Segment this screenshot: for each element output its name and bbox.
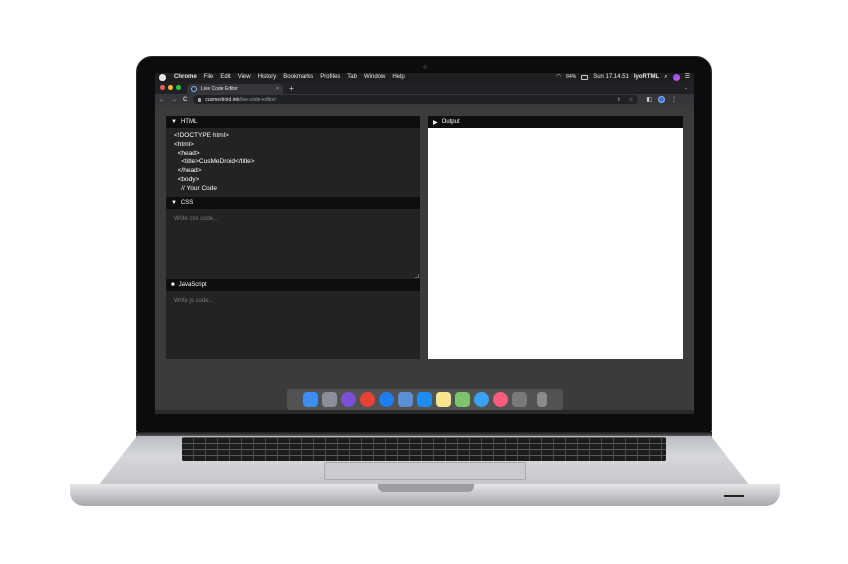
- tab-close-icon[interactable]: ×: [276, 86, 279, 92]
- resize-handle-icon[interactable]: [415, 274, 419, 278]
- js-editor[interactable]: Write js code...: [166, 291, 420, 359]
- html-panel-header: ▼ HTML: [166, 116, 420, 128]
- macos-dock: [287, 389, 563, 410]
- js-placeholder: Write js code...: [174, 298, 214, 304]
- code-line: <head>: [174, 149, 200, 157]
- output-frame[interactable]: [428, 128, 683, 359]
- address-bar-actions: ⇪ ☆: [617, 97, 634, 103]
- laptop-screen: Chrome File Edit View History Bookmarks …: [155, 73, 694, 414]
- menu-edit[interactable]: Edit: [220, 73, 230, 82]
- menubar-user[interactable]: IyoRTML: [634, 73, 659, 82]
- editor-column: ▼ HTML <!DOCTYPE html> <html> <head> <ti…: [166, 116, 420, 359]
- close-window-icon[interactable]: [160, 85, 165, 90]
- css-editor[interactable]: Write css code...: [166, 209, 420, 279]
- battery-percent: 84%: [566, 74, 577, 80]
- css-placeholder: Write css code...: [174, 216, 219, 222]
- menubar-clock[interactable]: Sun 17.14.51: [593, 73, 629, 82]
- menu-view[interactable]: View: [238, 73, 251, 82]
- wifi-icon[interactable]: ◠: [556, 73, 561, 82]
- new-tab-button[interactable]: +: [289, 84, 294, 93]
- profile-avatar-icon[interactable]: [658, 96, 666, 103]
- finder-icon[interactable]: [303, 392, 318, 407]
- music-icon[interactable]: [493, 392, 508, 407]
- back-button[interactable]: ←: [159, 97, 165, 103]
- css-panel-header: ▼ CSS: [166, 197, 420, 209]
- preview-icon[interactable]: [398, 392, 413, 407]
- css3-icon: ▼: [171, 200, 177, 206]
- lid-opening-notch: [378, 484, 474, 492]
- minimize-window-icon[interactable]: [168, 85, 173, 90]
- siri-icon[interactable]: [672, 74, 680, 81]
- side-panel-icon[interactable]: ◧: [646, 96, 652, 103]
- menu-file[interactable]: File: [204, 73, 214, 82]
- css-panel-label: CSS: [180, 200, 194, 206]
- js-panel-header: ■ JavaScript: [166, 279, 420, 291]
- menu-history[interactable]: History: [258, 73, 277, 82]
- maximize-window-icon[interactable]: [176, 85, 181, 90]
- code-line: </head>: [174, 167, 202, 175]
- html5-icon: ▼: [171, 119, 177, 125]
- forward-button[interactable]: →: [171, 97, 177, 103]
- menu-profiles[interactable]: Profiles: [320, 73, 340, 82]
- url-path: /live-code-editor/: [238, 96, 276, 103]
- bookmark-star-icon[interactable]: ☆: [629, 97, 633, 103]
- menu-bookmarks[interactable]: Bookmarks: [283, 73, 313, 82]
- lock-icon[interactable]: [198, 97, 202, 102]
- code-line: <title>CusMeDroid</title>: [174, 158, 255, 166]
- output-panel-label: Output: [441, 119, 460, 125]
- reload-button[interactable]: C: [183, 97, 187, 103]
- siri-icon[interactable]: [341, 392, 356, 407]
- control-center-icon[interactable]: ☰: [685, 73, 690, 82]
- menu-app-name[interactable]: Chrome: [174, 73, 197, 82]
- output-panel-header: ▶ Output: [428, 116, 683, 128]
- share-icon[interactable]: ⇪: [617, 97, 621, 103]
- url-host: cusmedroid.ink: [205, 96, 239, 103]
- safari-icon[interactable]: [379, 392, 394, 407]
- toolbar-right: ◧ ⋮: [646, 96, 677, 103]
- menubar-status: ◠ 84% Sun 17.14.51 IyoRTML ⌕ ☰: [556, 73, 690, 82]
- address-bar[interactable]: cusmedroid.ink /live-code-editor/ ⇪ ☆: [193, 95, 639, 104]
- macos-menubar: Chrome File Edit View History Bookmarks …: [155, 73, 694, 82]
- menu-window[interactable]: Window: [364, 73, 385, 82]
- js-icon: ■: [171, 282, 175, 288]
- chrome-icon[interactable]: [360, 392, 375, 407]
- html-panel-label: HTML: [180, 119, 198, 125]
- screen-bottom-strip: [155, 410, 694, 414]
- output-column: ▶ Output: [428, 116, 683, 359]
- battery-icon[interactable]: [581, 75, 589, 80]
- menu-help[interactable]: Help: [392, 73, 404, 82]
- code-line: // Your Code: [174, 184, 218, 192]
- code-line: <html>: [174, 140, 194, 148]
- window-controls: [160, 85, 181, 90]
- camera-dot: [423, 65, 427, 69]
- system-preferences-icon[interactable]: [512, 392, 527, 407]
- search-icon[interactable]: ⌕: [664, 73, 667, 82]
- live-code-editor-page: ▼ HTML <!DOCTYPE html> <html> <head> <ti…: [155, 105, 694, 410]
- laptop-mockup: Chrome File Edit View History Bookmarks …: [0, 0, 848, 564]
- keyboard: [182, 437, 666, 461]
- trash-icon[interactable]: [537, 392, 547, 407]
- browser-toolbar: ← → C cusmedroid.ink /live-code-editor/ …: [155, 94, 694, 105]
- apple-icon[interactable]: [159, 74, 166, 81]
- browser-tab-strip: Live Code Editor × + ⌄: [155, 82, 694, 94]
- tab-search-chevron-icon[interactable]: ⌄: [684, 85, 688, 91]
- code-line: <!DOCTYPE html>: [174, 132, 229, 139]
- code-line: <body>: [174, 175, 200, 183]
- photos-icon[interactable]: [455, 392, 470, 407]
- tab-title: Live Code Editor: [201, 86, 238, 92]
- launchpad-icon[interactable]: [322, 392, 337, 407]
- tab-favicon-icon: [191, 86, 197, 92]
- notes-icon[interactable]: [436, 392, 451, 407]
- chrome-menu-icon[interactable]: ⋮: [671, 96, 677, 103]
- app-store-icon[interactable]: [417, 392, 432, 407]
- browser-tab-active[interactable]: Live Code Editor ×: [187, 84, 283, 94]
- play-icon: ▶: [433, 119, 438, 126]
- laptop-lid: Chrome File Edit View History Bookmarks …: [136, 56, 712, 434]
- trackpad: [324, 462, 526, 480]
- menu-tab[interactable]: Tab: [347, 73, 357, 82]
- js-panel-label: JavaScript: [178, 282, 207, 288]
- messages-icon[interactable]: [474, 392, 489, 407]
- sleep-indicator: [724, 495, 744, 497]
- html-editor[interactable]: <!DOCTYPE html> <html> <head> <title>Cus…: [166, 128, 420, 197]
